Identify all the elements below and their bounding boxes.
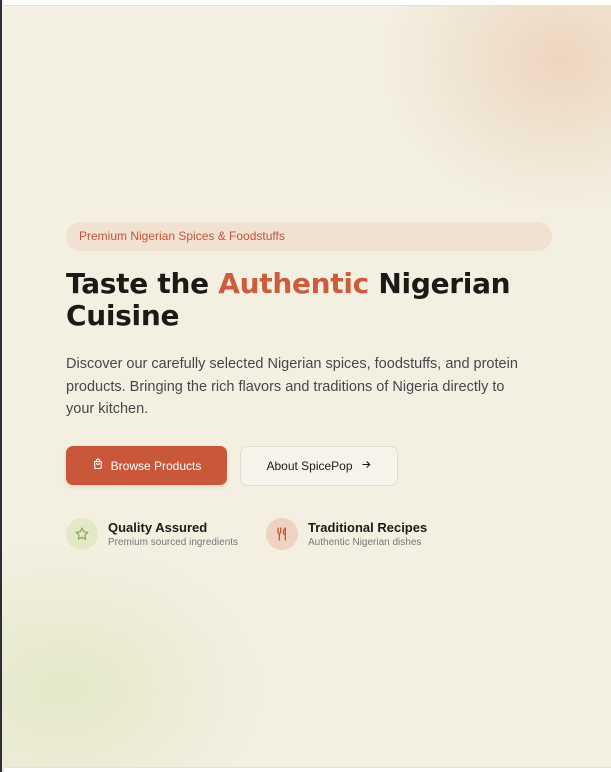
browse-products-label: Browse Products bbox=[110, 458, 202, 473]
feature-text: Quality Assured Premium sourced ingredie… bbox=[108, 519, 238, 550]
feature-subtitle: Premium sourced ingredients bbox=[108, 536, 239, 548]
feature-title: Traditional Recipes bbox=[308, 519, 428, 535]
feature-text: Traditional Recipes Authentic Nigerian d… bbox=[308, 519, 427, 550]
star-icon bbox=[66, 518, 98, 550]
hero-title-accent: Authentic bbox=[218, 267, 369, 300]
utensils-icon bbox=[266, 518, 298, 550]
hero-badge: Premium Nigerian Spices & Foodstuffs bbox=[66, 222, 552, 251]
feature-quality-assured: Quality Assured Premium sourced ingredie… bbox=[66, 518, 238, 550]
page-background: Premium Nigerian Spices & Foodstuffs Tas… bbox=[0, 0, 611, 772]
feature-title: Quality Assured bbox=[108, 519, 208, 535]
about-spicepop-label: About SpicePop bbox=[266, 459, 353, 473]
top-edge bbox=[4, 0, 611, 6]
browse-products-button[interactable]: Browse Products bbox=[66, 446, 227, 485]
feature-subtitle: Authentic Nigerian dishes bbox=[308, 536, 422, 548]
hero-title: Taste the Authentic Nigerian Cuisine bbox=[66, 268, 566, 332]
feature-traditional-recipes: Traditional Recipes Authentic Nigerian d… bbox=[266, 518, 427, 550]
about-spicepop-button[interactable]: About SpicePop bbox=[240, 446, 398, 486]
hero-title-start: Taste the bbox=[66, 267, 219, 300]
shopping-bag-icon bbox=[92, 458, 104, 473]
hero-description: Discover our carefully selected Nigerian… bbox=[66, 356, 518, 417]
bottom-edge bbox=[4, 767, 611, 772]
arrow-right-icon bbox=[361, 459, 372, 473]
